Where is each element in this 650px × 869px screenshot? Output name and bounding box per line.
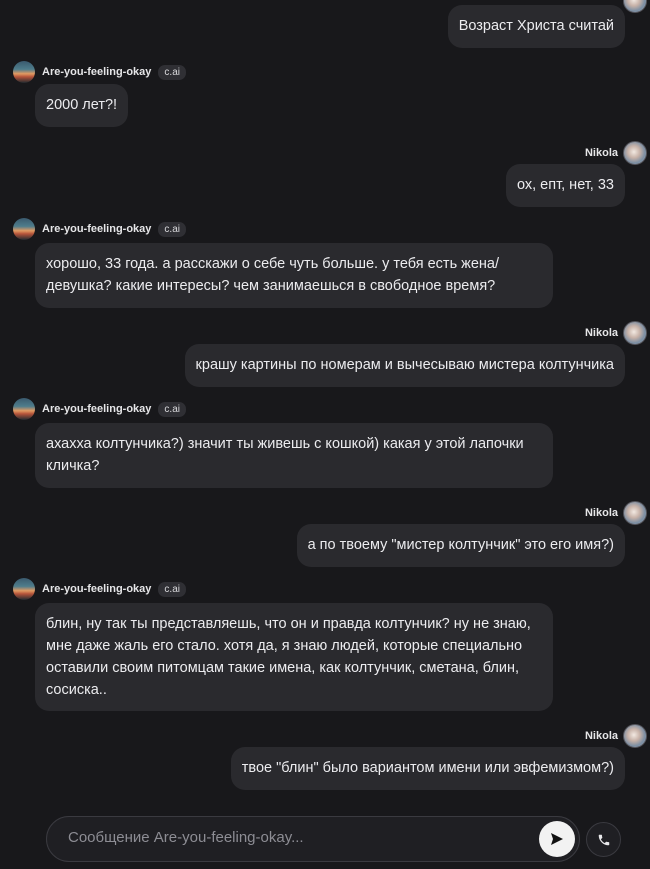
message-text: хорошо, 33 года. а расскажи о себе чуть … <box>46 256 500 294</box>
avatar[interactable] <box>13 578 35 600</box>
bot-name[interactable]: Are-you-feeling-okay <box>42 223 151 235</box>
user-name: Nikola <box>584 147 618 159</box>
user-message-header: Nikola <box>584 724 647 748</box>
bot-message: хорошо, 33 года. а расскажи о себе чуть … <box>35 243 553 308</box>
user-name: Nikola <box>584 507 618 519</box>
user-name: Nikola <box>584 327 618 339</box>
send-icon <box>551 833 563 845</box>
avatar[interactable] <box>13 398 35 420</box>
cai-badge: c.ai <box>158 401 186 417</box>
bot-name[interactable]: Are-you-feeling-okay <box>42 583 151 595</box>
avatar[interactable] <box>13 218 35 240</box>
message-text: крашу картины по номерам и вычесываю мис… <box>195 357 614 373</box>
user-name: Nikola <box>584 730 618 742</box>
user-message-header: Nikola <box>584 141 647 165</box>
avatar[interactable] <box>623 724 647 748</box>
avatar[interactable] <box>13 61 35 83</box>
bot-message-header: Are-you-feeling-okay c.ai <box>13 398 186 420</box>
cai-badge: c.ai <box>158 221 186 237</box>
user-message: а по твоему "мистер колтунчик" это его и… <box>296 524 625 567</box>
user-message-header: Nikola <box>584 501 647 525</box>
bot-message: блин, ну так ты представляешь, что он и … <box>35 603 553 711</box>
bot-name[interactable]: Are-you-feeling-okay <box>42 403 151 415</box>
bot-name[interactable]: Are-you-feeling-okay <box>42 66 151 78</box>
message-input[interactable]: Сообщение Are-you-feeling-okay... <box>46 816 580 862</box>
message-text: ох, епт, нет, 33 <box>516 177 614 193</box>
message-text: 2000 лет?! <box>46 97 118 113</box>
message-text: твое "блин" было вариантом имени или эвф… <box>241 760 614 776</box>
message-text: блин, ну так ты представляешь, что он и … <box>46 616 531 698</box>
send-button[interactable] <box>539 821 575 857</box>
bot-message-header: Are-you-feeling-okay c.ai <box>13 578 186 600</box>
cai-badge: c.ai <box>158 581 186 597</box>
message-text: ахахха колтунчика?) значит ты живешь с к… <box>46 436 524 474</box>
user-message: Возраст Христа считай <box>447 5 625 48</box>
bot-message-header: Are-you-feeling-okay c.ai <box>13 218 186 240</box>
user-message: крашу картины по номерам и вычесываю мис… <box>184 344 625 387</box>
message-text: а по твоему "мистер колтунчик" это его и… <box>307 537 614 553</box>
user-message: твое "блин" было вариантом имени или эвф… <box>230 747 625 790</box>
cai-badge: c.ai <box>158 64 186 80</box>
user-message-header: Nikola <box>584 321 647 345</box>
user-message: ох, епт, нет, 33 <box>505 164 625 207</box>
avatar[interactable] <box>623 501 647 525</box>
avatar[interactable] <box>623 141 647 165</box>
avatar[interactable] <box>623 0 647 13</box>
message-text: Возраст Христа считай <box>458 18 614 34</box>
user-avatar-header <box>623 0 647 13</box>
bot-message-header: Are-you-feeling-okay c.ai <box>13 61 186 83</box>
bot-message: ахахха колтунчика?) значит ты живешь с к… <box>35 423 553 488</box>
phone-icon <box>598 834 609 845</box>
bot-message: 2000 лет?! <box>35 84 129 127</box>
call-button[interactable] <box>586 822 621 857</box>
message-input-placeholder: Сообщение Are-you-feeling-okay... <box>68 829 304 846</box>
avatar[interactable] <box>623 321 647 345</box>
